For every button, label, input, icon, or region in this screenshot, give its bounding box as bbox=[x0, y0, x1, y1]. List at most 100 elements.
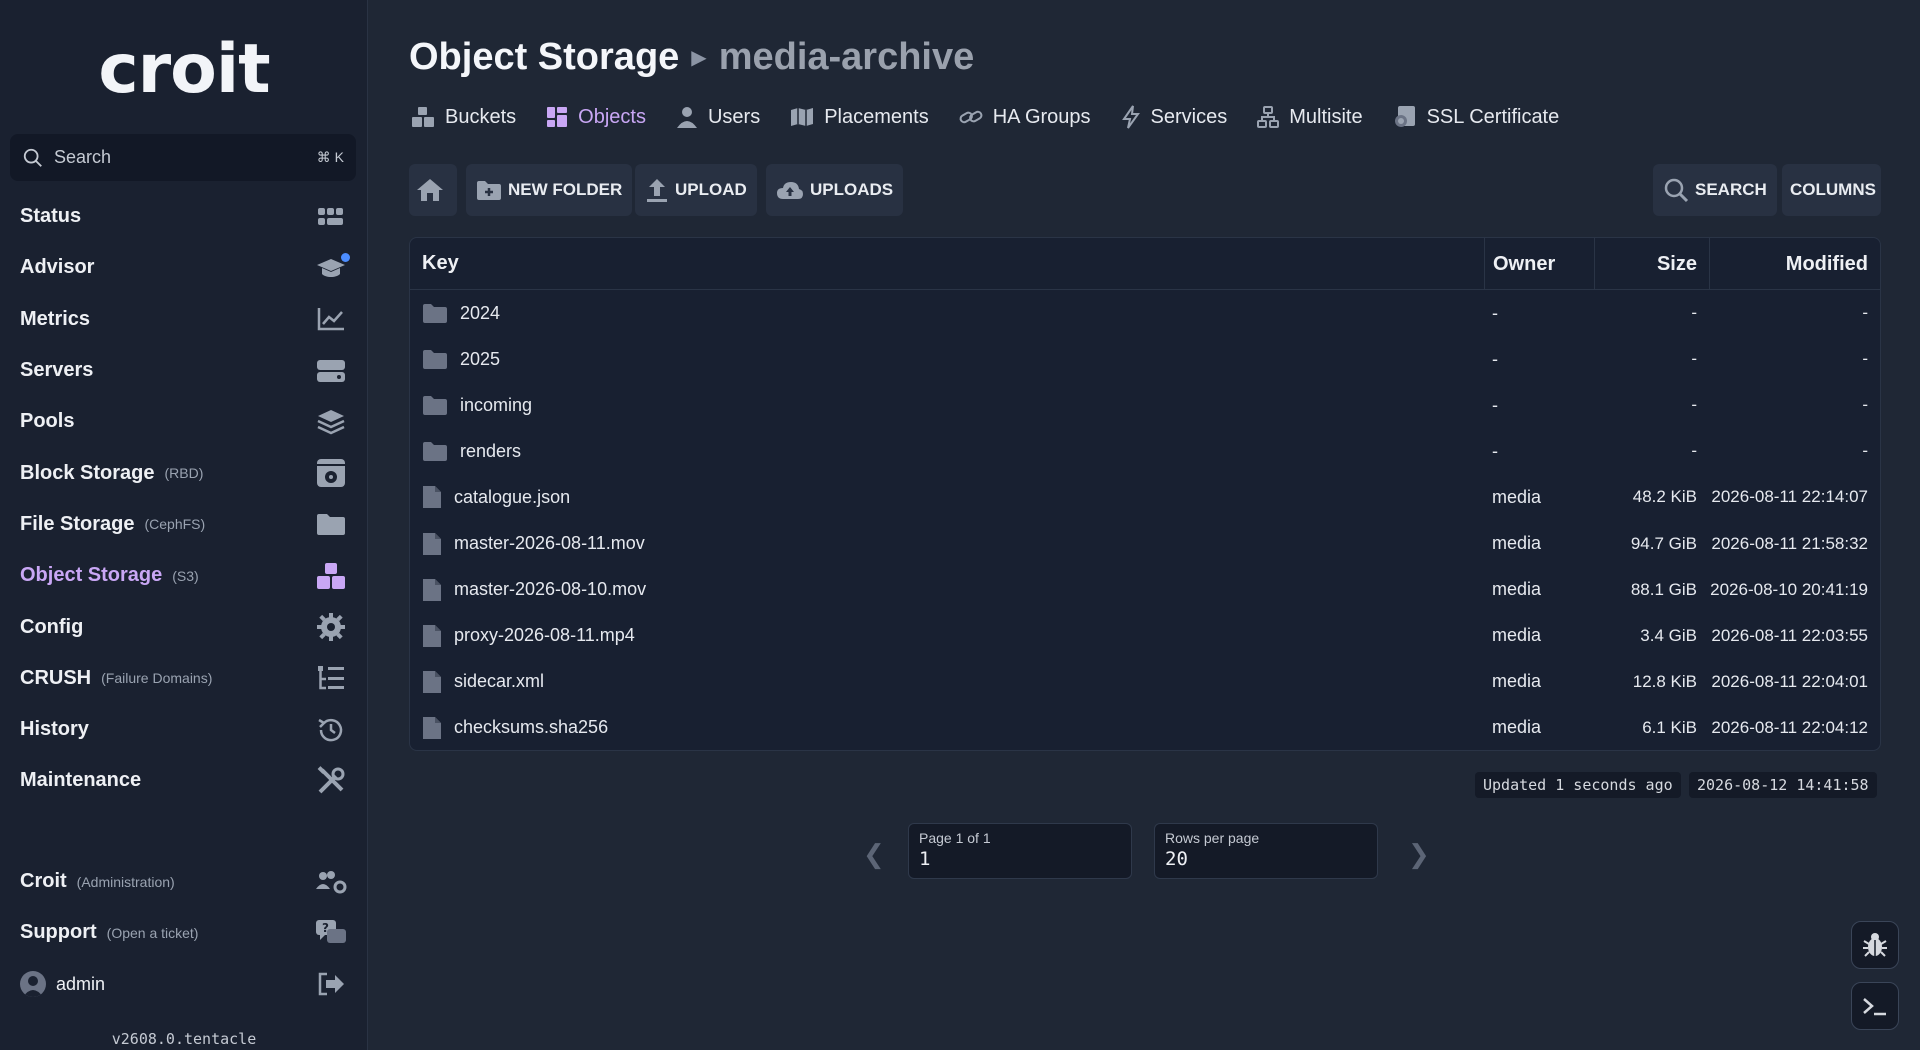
table-row[interactable]: checksums.sha256 media 6.1 KiB 2026-08-11 2… bbox=[410, 705, 1880, 751]
bug-report-button[interactable] bbox=[1851, 921, 1899, 969]
columns-dropdown[interactable]: COLUMNS bbox=[1782, 164, 1881, 216]
main-content: Object Storage ▶ media-archive Buckets O… bbox=[369, 0, 1920, 1050]
cell-modified: 2026-08-10 20:41:19 bbox=[1710, 579, 1868, 599]
updated-timestamp: 2026-08-12 14:41:58 bbox=[1689, 772, 1877, 798]
table-row[interactable]: 2025 - - - bbox=[410, 336, 1880, 382]
terminal-button[interactable] bbox=[1851, 982, 1899, 1030]
new-folder-button[interactable]: NEW FOLDER bbox=[466, 164, 633, 216]
sidebar-item-status[interactable]: Status bbox=[0, 191, 368, 242]
cell-owner: media bbox=[1492, 533, 1542, 554]
croit-logo[interactable]: croit bbox=[0, 30, 368, 109]
tab-label: Objects bbox=[578, 105, 646, 128]
sidebar-item-servers[interactable]: Servers bbox=[0, 345, 368, 396]
sidebar-item-history[interactable]: History bbox=[0, 704, 368, 755]
users-gear-icon bbox=[314, 865, 348, 899]
objects-icon bbox=[547, 107, 568, 127]
table-row[interactable]: proxy-2026-08-11.mp4 media 3.4 GiB 2026-08-… bbox=[410, 613, 1880, 659]
sidebar-item-sub: (Failure Domains) bbox=[101, 670, 213, 687]
user-row[interactable]: admin bbox=[0, 959, 368, 1010]
table-row[interactable]: master-2026-08-10.mov media 88.1 GiB 2026-0… bbox=[410, 567, 1880, 613]
table-row[interactable]: sidecar.xml media 12.8 KiB 2026-08-11 22:04… bbox=[410, 659, 1880, 705]
table-body: 2024 - - - 2025 - - - incoming - - - renders - - - catal… bbox=[410, 290, 1880, 751]
header-key[interactable]: Key bbox=[410, 252, 1484, 275]
next-page-icon[interactable]: ❯ bbox=[1408, 839, 1430, 870]
layers-icon bbox=[314, 405, 348, 439]
tab-buckets[interactable]: Buckets bbox=[411, 106, 516, 129]
table-row[interactable]: catalogue.json media 48.2 KiB 2026-08-11 22… bbox=[410, 474, 1880, 520]
sidebar-item-crush[interactable]: CRUSH (Failure Domains) bbox=[0, 653, 368, 704]
notification-dot bbox=[341, 252, 350, 262]
cell-owner: media bbox=[1492, 717, 1542, 738]
breadcrumb-root[interactable]: Object Storage bbox=[409, 36, 679, 79]
tab-multisite[interactable]: Multisite bbox=[1257, 106, 1363, 129]
sidebar-item-metrics[interactable]: Metrics bbox=[0, 294, 368, 345]
sidebar-item-object-storage[interactable]: Object Storage (S3) bbox=[0, 550, 368, 601]
sidebar-item-support[interactable]: Support (Open a ticket) ? bbox=[0, 907, 368, 958]
sidebar-item-croit-admin[interactable]: Croit (Administration) bbox=[0, 856, 368, 907]
sidebar-item-label: Block Storage bbox=[20, 461, 155, 484]
upload-button[interactable]: UPLOAD bbox=[635, 164, 757, 216]
sidebar-item-sub: (RBD) bbox=[164, 465, 204, 482]
file-icon bbox=[422, 670, 454, 694]
header-owner[interactable]: Owner bbox=[1484, 237, 1594, 290]
server-icon bbox=[314, 354, 348, 388]
cell-size: - bbox=[1691, 349, 1697, 369]
sidebar-item-label: Pools bbox=[20, 410, 75, 433]
sidebar-item-advisor[interactable]: Advisor bbox=[0, 242, 368, 293]
header-modified[interactable]: Modified bbox=[1709, 237, 1880, 290]
tab-ssl-certificate[interactable]: SSL Certificate bbox=[1393, 105, 1559, 129]
cell-owner: - bbox=[1492, 394, 1498, 415]
tab-services[interactable]: Services bbox=[1121, 105, 1228, 129]
sidebar-item-block-storage[interactable]: Block Storage (RBD) bbox=[0, 447, 368, 498]
sidebar-item-label: Status bbox=[20, 205, 82, 228]
gear-icon bbox=[314, 610, 348, 644]
upload-icon bbox=[647, 179, 667, 202]
search-label: SEARCH bbox=[1695, 180, 1767, 199]
sidebar-item-maintenance[interactable]: Maintenance bbox=[0, 755, 368, 806]
network-icon bbox=[1257, 106, 1280, 128]
folder-plus-icon bbox=[477, 181, 501, 200]
table-row[interactable]: incoming - - - bbox=[410, 382, 1880, 428]
updated-status: Updated 1 seconds ago bbox=[1475, 772, 1681, 798]
sidebar-item-label: Servers bbox=[20, 359, 94, 382]
sidebar-item-config[interactable]: Config bbox=[0, 601, 368, 652]
logout-icon[interactable] bbox=[314, 967, 348, 1001]
home-button[interactable] bbox=[409, 164, 457, 216]
breadcrumb: Object Storage ▶ media-archive bbox=[409, 36, 974, 79]
upload-label: UPLOAD bbox=[675, 180, 747, 199]
sidebar-item-sub: (Open a ticket) bbox=[106, 924, 199, 941]
boxes-icon bbox=[314, 559, 348, 593]
table-row[interactable]: master-2026-08-11.mov media 94.7 GiB 2026-0… bbox=[410, 520, 1880, 566]
file-icon bbox=[422, 578, 454, 602]
uploads-button[interactable]: UPLOADS bbox=[766, 164, 904, 216]
rows-per-page-select[interactable]: Rows per page 20 bbox=[1154, 823, 1378, 879]
file-icon bbox=[422, 716, 454, 740]
page-input[interactable]: Page 1 of 1 1 bbox=[908, 823, 1132, 879]
search-button[interactable]: SEARCH bbox=[1653, 164, 1777, 216]
file-icon bbox=[422, 485, 454, 509]
cell-modified: - bbox=[1862, 441, 1868, 461]
tab-label: Users bbox=[707, 105, 761, 128]
tab-label: HA Groups bbox=[992, 105, 1091, 128]
prev-page-icon[interactable]: ❮ bbox=[863, 839, 885, 870]
sidebar-item-pools[interactable]: Pools bbox=[0, 396, 368, 447]
terminal-icon bbox=[1863, 998, 1886, 1016]
cell-owner: - bbox=[1492, 348, 1498, 369]
cell-key: checksums.sha256 bbox=[410, 716, 1484, 740]
tab-label: Services bbox=[1150, 105, 1228, 128]
tab-objects[interactable]: Objects bbox=[546, 106, 646, 129]
sidebar-nav: Status Advisor Metrics Servers Pools Blo… bbox=[0, 191, 368, 807]
tab-users[interactable]: Users bbox=[676, 106, 760, 129]
cell-size: 94.7 GiB bbox=[1630, 533, 1697, 553]
sidebar-search[interactable]: Search ⌘ K bbox=[10, 134, 356, 181]
history-icon bbox=[314, 713, 348, 747]
sidebar-item-file-storage[interactable]: File Storage (CephFS) bbox=[0, 499, 368, 550]
header-size[interactable]: Size bbox=[1594, 237, 1709, 290]
table-row[interactable]: 2024 - - - bbox=[410, 290, 1880, 336]
certificate-icon bbox=[1394, 106, 1415, 127]
tab-placements[interactable]: Placements bbox=[790, 106, 929, 129]
table-row[interactable]: renders - - - bbox=[410, 428, 1880, 474]
folder-icon bbox=[422, 302, 460, 324]
sidebar-item-sub: (S3) bbox=[172, 567, 199, 584]
tab-ha-groups[interactable]: HA Groups bbox=[959, 106, 1091, 129]
